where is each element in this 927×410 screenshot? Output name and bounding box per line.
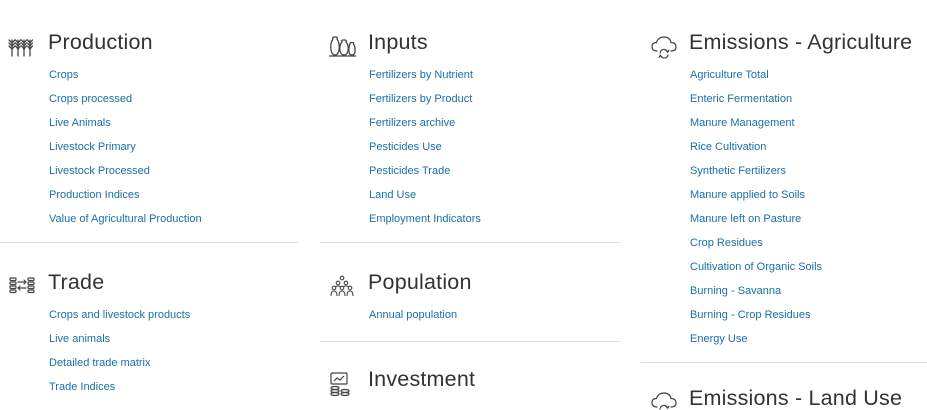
section-trade: Trade Crops and livestock products Live … [0,268,300,393]
section-header: Production [0,28,300,64]
section-emissions-land-use: Emissions - Land Use [641,384,927,410]
link-annual-population[interactable]: Annual population [369,309,457,321]
list-item: Livestock Processed [49,158,202,182]
list-item: Manure applied to Soils [690,182,822,206]
section-population: Population Annual population [320,268,620,321]
section-title-inputs: Inputs [368,30,428,54]
section-header: Emissions - Agriculture [641,28,927,64]
list-item: Enteric Fermentation [690,86,822,110]
list-item: Burning - Savanna [690,278,822,302]
link-live-animals-trade[interactable]: Live animals [49,333,110,345]
list-item: Detailed trade matrix [49,350,190,374]
list-item: Fertilizers by Product [369,86,481,110]
cloud-cycle-icon [651,392,677,410]
section-header: Emissions - Land Use [641,384,927,410]
section-divider [320,242,620,243]
link-fertilizers-by-nutrient[interactable]: Fertilizers by Nutrient [369,69,473,81]
section-title-population: Population [368,270,472,294]
link-fertilizers-archive[interactable]: Fertilizers archive [369,117,455,129]
section-title-investment: Investment [368,367,476,391]
link-employment-indicators[interactable]: Employment Indicators [369,213,481,225]
link-crops-livestock-products[interactable]: Crops and livestock products [49,309,190,321]
link-land-use[interactable]: Land Use [369,189,416,201]
link-detailed-trade-matrix[interactable]: Detailed trade matrix [49,357,151,369]
link-pesticides-trade[interactable]: Pesticides Trade [369,165,450,177]
link-crops[interactable]: Crops [49,69,78,81]
list-item: Pesticides Use [369,134,481,158]
section-title-trade: Trade [48,270,105,294]
list-item: Manure left on Pasture [690,206,822,230]
link-manure-left-pasture[interactable]: Manure left on Pasture [690,213,801,225]
section-inputs: Inputs Fertilizers by Nutrient Fertilize… [320,28,620,225]
inputs-link-list: Fertilizers by Nutrient Fertilizers by P… [369,62,481,230]
list-item: Fertilizers archive [369,110,481,134]
link-rice-cultivation[interactable]: Rice Cultivation [690,141,766,153]
section-divider [0,242,298,243]
link-pesticides-use[interactable]: Pesticides Use [369,141,442,153]
link-burning-savanna[interactable]: Burning - Savanna [690,285,781,297]
link-synthetic-fertilizers[interactable]: Synthetic Fertilizers [690,165,786,177]
list-item: Energy Use [690,326,822,350]
link-manure-applied-soils[interactable]: Manure applied to Soils [690,189,805,201]
list-item: Agriculture Total [690,62,822,86]
section-emissions-agriculture: Emissions - Agriculture Agriculture Tota… [641,28,927,345]
link-live-animals[interactable]: Live Animals [49,117,111,129]
list-item: Cultivation of Organic Soils [690,254,822,278]
list-item: Burning - Crop Residues [690,302,822,326]
list-item: Synthetic Fertilizers [690,158,822,182]
section-production: Production Crops Crops processed Live An… [0,28,300,225]
list-item: Trade Indices [49,374,190,398]
production-link-list: Crops Crops processed Live Animals Lives… [49,62,202,230]
list-item: Crops and livestock products [49,302,190,326]
investment-icon [330,372,350,397]
section-header: Investment [320,365,620,401]
cloud-cycle-icon [651,36,677,59]
link-enteric-fermentation[interactable]: Enteric Fermentation [690,93,792,105]
section-header: Trade [0,268,300,304]
section-divider [320,341,620,342]
list-item: Crops [49,62,202,86]
list-item: Rice Cultivation [690,134,822,158]
sacks-icon [329,36,356,57]
link-cultivation-organic-soils[interactable]: Cultivation of Organic Soils [690,261,822,273]
link-burning-crop-residues[interactable]: Burning - Crop Residues [690,309,810,321]
trade-link-list: Crops and livestock products Live animal… [49,302,190,398]
link-livestock-processed[interactable]: Livestock Processed [49,165,150,177]
list-item: Fertilizers by Nutrient [369,62,481,86]
link-livestock-primary[interactable]: Livestock Primary [49,141,136,153]
section-title-emissions-agriculture: Emissions - Agriculture [689,30,913,54]
link-crops-processed[interactable]: Crops processed [49,93,132,105]
population-link-list: Annual population [369,302,457,326]
section-investment: Investment [320,365,620,401]
section-title-emissions-land-use: Emissions - Land Use [689,386,903,410]
section-divider [641,362,927,363]
link-agriculture-total[interactable]: Agriculture Total [690,69,769,81]
list-item: Annual population [369,302,457,326]
link-production-indices[interactable]: Production Indices [49,189,140,201]
list-item: Crop Residues [690,230,822,254]
list-item: Employment Indicators [369,206,481,230]
trade-exchange-icon [9,277,35,294]
list-item: Land Use [369,182,481,206]
link-value-agricultural-production[interactable]: Value of Agricultural Production [49,213,202,225]
population-icon [330,275,354,297]
list-item: Pesticides Trade [369,158,481,182]
emissions-agriculture-link-list: Agriculture Total Enteric Fermentation M… [690,62,822,350]
link-fertilizers-by-product[interactable]: Fertilizers by Product [369,93,472,105]
list-item: Live animals [49,326,190,350]
list-item: Live Animals [49,110,202,134]
list-item: Value of Agricultural Production [49,206,202,230]
link-energy-use[interactable]: Energy Use [690,333,747,345]
list-item: Livestock Primary [49,134,202,158]
link-manure-management[interactable]: Manure Management [690,117,795,129]
list-item: Production Indices [49,182,202,206]
list-item: Crops processed [49,86,202,110]
section-header: Inputs [320,28,620,64]
list-item: Manure Management [690,110,822,134]
wheat-icon [8,39,34,57]
link-crop-residues[interactable]: Crop Residues [690,237,763,249]
link-trade-indices[interactable]: Trade Indices [49,381,115,393]
section-header: Population [320,268,620,304]
section-title-production: Production [48,30,153,54]
